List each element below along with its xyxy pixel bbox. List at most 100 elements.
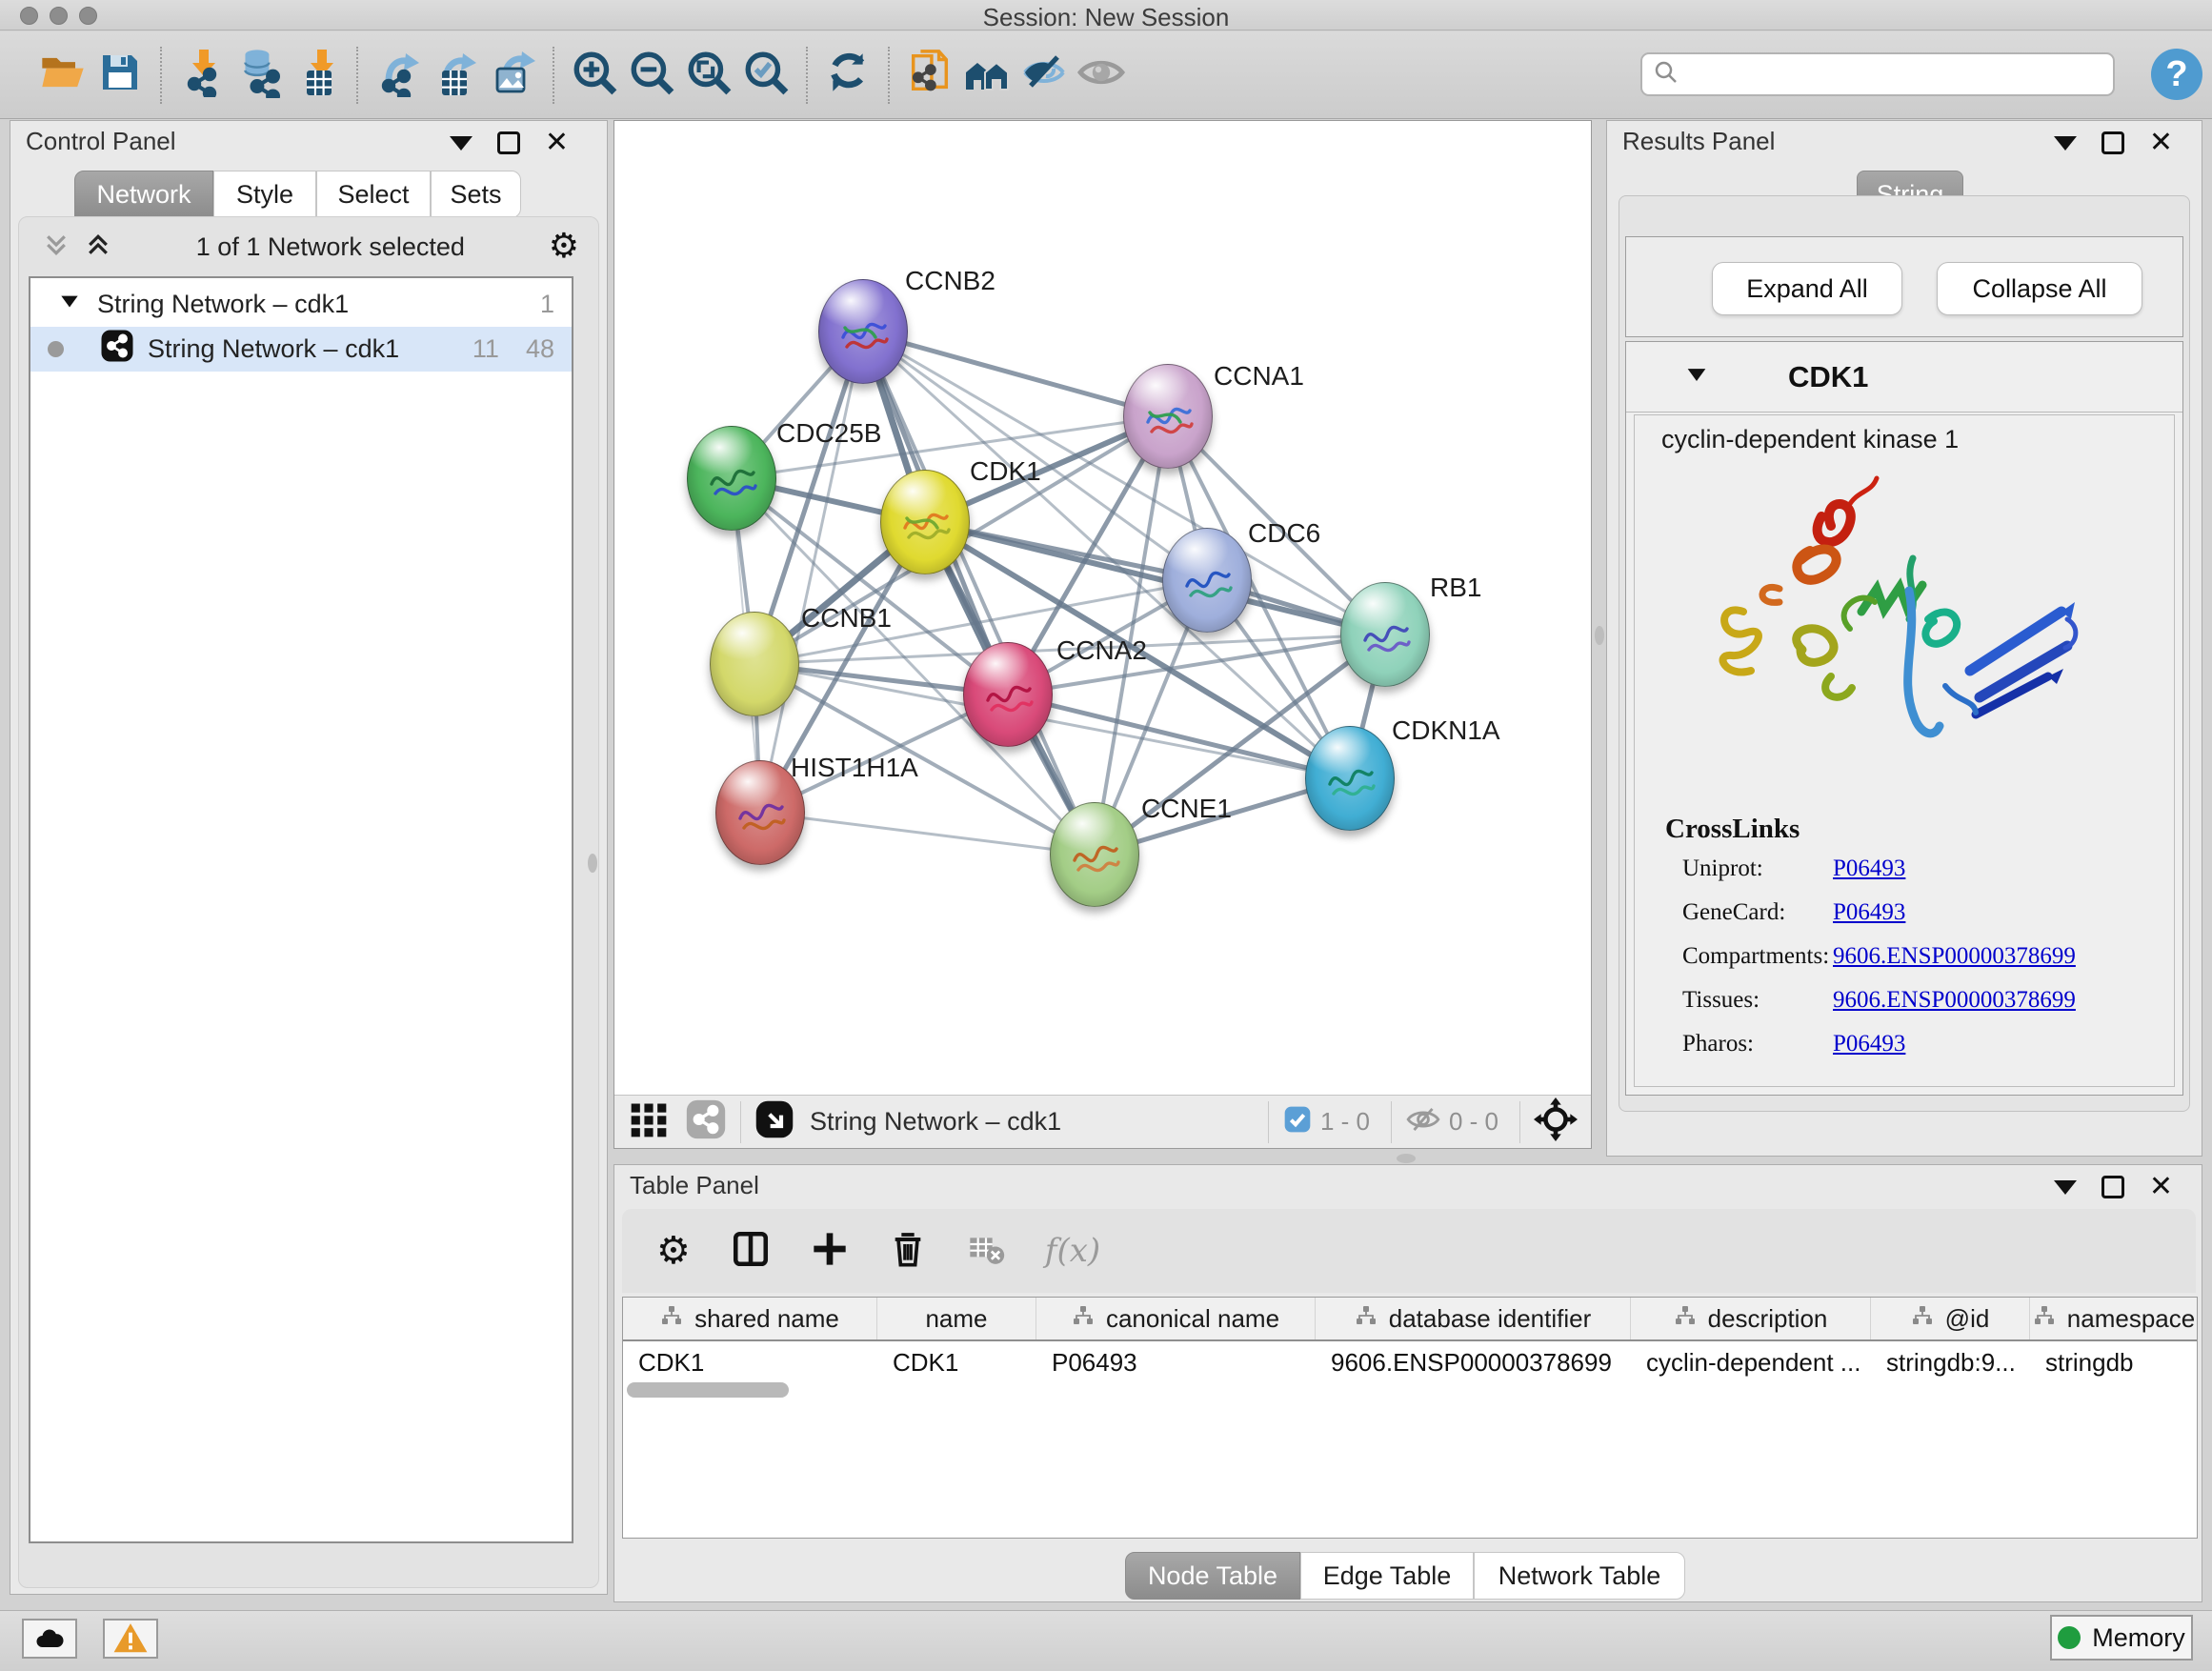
float-panel-icon[interactable] <box>497 131 520 154</box>
export-table-button[interactable] <box>427 46 484 105</box>
zoom-out-button[interactable] <box>623 46 680 105</box>
cdk1-section-header[interactable]: CDK1 <box>1626 342 2182 413</box>
open-session-button[interactable] <box>34 46 91 105</box>
panel-menu-icon[interactable] <box>2054 136 2077 151</box>
cloud-status-button[interactable] <box>22 1619 77 1659</box>
table-settings-gear-icon[interactable]: ⚙ <box>656 1232 691 1270</box>
export-image-button[interactable] <box>484 46 541 105</box>
section-collapse-icon[interactable] <box>1683 361 1710 393</box>
left-splitter-handle[interactable] <box>588 854 597 873</box>
shared-column-icon <box>1674 1304 1697 1334</box>
column-header-shared-name[interactable]: shared name <box>623 1298 877 1339</box>
save-session-button[interactable] <box>91 46 149 105</box>
control-panel-title: Control Panel <box>26 127 176 156</box>
import-network-database-button[interactable] <box>231 46 288 105</box>
first-neighbors-button[interactable] <box>958 46 1016 105</box>
memory-status-dot <box>2058 1626 2081 1649</box>
birds-eye-view-icon[interactable] <box>754 1099 794 1144</box>
collapse-all-networks-icon[interactable] <box>84 231 112 264</box>
memory-button[interactable]: Memory <box>2050 1615 2193 1661</box>
close-panel-icon[interactable]: ✕ <box>2149 129 2173 157</box>
import-table-file-button[interactable] <box>288 46 345 105</box>
node-label-CCNB1: CCNB1 <box>801 603 892 634</box>
table-row[interactable]: CDK1CDK1P064939606.ENSP00000378699cyclin… <box>623 1341 2197 1383</box>
panel-menu-icon[interactable] <box>2054 1180 2077 1195</box>
tab-edge-table[interactable]: Edge Table <box>1300 1552 1474 1600</box>
control-panel: Control Panel ✕ Network Style Select Set… <box>10 120 608 1595</box>
crosslink-genecard-link[interactable]: P06493 <box>1833 899 2159 926</box>
network-node-RB1[interactable] <box>1340 582 1430 687</box>
node-label-CDC25B: CDC25B <box>776 418 881 449</box>
toolbar-separator <box>806 47 808 104</box>
grid-view-icon[interactable] <box>628 1098 670 1145</box>
column-header-name[interactable]: name <box>877 1298 1036 1339</box>
network-view: CCNB2CCNA1CDC25BCDK1CDC6RB1CCNB1CCNA2CDK… <box>613 120 1592 1149</box>
close-panel-icon[interactable]: ✕ <box>545 129 569 157</box>
help-button[interactable]: ? <box>2151 49 2202 100</box>
import-network-file-button[interactable] <box>173 46 231 105</box>
warnings-button[interactable] <box>103 1619 158 1659</box>
show-all-button[interactable] <box>1073 46 1130 105</box>
selected-checkbox-icon[interactable] <box>1282 1104 1313 1139</box>
float-panel-icon[interactable] <box>2101 131 2124 154</box>
export-network-button[interactable] <box>370 46 427 105</box>
tab-node-table[interactable]: Node Table <box>1125 1552 1300 1600</box>
tab-network[interactable]: Network <box>74 171 213 218</box>
tab-select[interactable]: Select <box>316 171 431 218</box>
zoom-fit-icon <box>685 49 733 101</box>
zoom-selected-button[interactable] <box>737 46 794 105</box>
delete-column-icon[interactable] <box>889 1230 927 1273</box>
crosslink-uniprot-link[interactable]: P06493 <box>1833 856 2159 882</box>
network-node-CDC25B[interactable] <box>687 426 776 531</box>
crosslink-pharos-link[interactable]: P06493 <box>1833 1031 2159 1057</box>
tab-network-table[interactable]: Network Table <box>1474 1552 1685 1600</box>
close-panel-icon[interactable]: ✕ <box>2149 1173 2173 1201</box>
network-node-CDKN1A[interactable] <box>1305 726 1395 831</box>
column-header-namespace[interactable]: namespace <box>2030 1298 2198 1339</box>
share-view-icon[interactable] <box>685 1098 727 1145</box>
protein-ribbon-thumbnail <box>895 499 956 554</box>
node-position-crosshair-icon[interactable] <box>1534 1097 1578 1146</box>
network-node-CCNA1[interactable] <box>1123 364 1213 469</box>
collection-expand-icon[interactable] <box>57 289 82 320</box>
tab-style[interactable]: Style <box>213 171 316 218</box>
column-header-database-identifier[interactable]: database identifier <box>1316 1298 1631 1339</box>
table-horizontal-scrollbar[interactable] <box>627 1382 789 1398</box>
show-columns-icon[interactable] <box>731 1229 771 1274</box>
network-node-CCNB2[interactable] <box>818 279 908 384</box>
add-column-icon[interactable] <box>811 1230 849 1273</box>
column-header--id[interactable]: @id <box>1871 1298 2030 1339</box>
network-node-CDC6[interactable] <box>1162 528 1252 633</box>
expand-all-button[interactable]: Expand All <box>1712 262 1902 315</box>
column-header-description[interactable]: description <box>1631 1298 1871 1339</box>
toolbar-separator <box>553 47 554 104</box>
search-field[interactable] <box>1640 52 2115 96</box>
right-splitter-handle[interactable] <box>1595 626 1604 645</box>
network-node-CCNE1[interactable] <box>1050 802 1139 907</box>
hide-selected-button[interactable] <box>1016 46 1073 105</box>
network-options-gear-icon[interactable]: ⚙ <box>549 230 579 264</box>
column-header-canonical-name[interactable]: canonical name <box>1036 1298 1316 1339</box>
bottom-splitter-handle[interactable] <box>1397 1154 1416 1163</box>
expand-all-networks-icon[interactable] <box>42 231 70 264</box>
crosslink-compartments-link[interactable]: 9606.ENSP00000378699 <box>1833 943 2159 970</box>
node-label-CDK1: CDK1 <box>970 456 1041 487</box>
refresh-view-button[interactable] <box>819 46 876 105</box>
panel-menu-icon[interactable] <box>450 136 473 151</box>
network-node-CDK1[interactable] <box>880 470 970 574</box>
protein-structure-image <box>1688 467 2126 791</box>
zoom-fit-button[interactable] <box>680 46 737 105</box>
float-panel-icon[interactable] <box>2101 1176 2124 1198</box>
network-node-CCNB1[interactable] <box>710 612 799 716</box>
network-node-CCNA2[interactable] <box>963 642 1053 747</box>
string-import-button[interactable] <box>901 46 958 105</box>
tab-sets[interactable]: Sets <box>431 171 521 218</box>
network-collection-row[interactable]: String Network – cdk1 1 <box>30 282 572 327</box>
search-input[interactable] <box>1680 59 2113 91</box>
network-row[interactable]: String Network – cdk1 11 48 <box>30 327 572 372</box>
collapse-all-button[interactable]: Collapse All <box>1937 262 2142 315</box>
network-canvas[interactable]: CCNB2CCNA1CDC25BCDK1CDC6RB1CCNB1CCNA2CDK… <box>614 121 1591 1095</box>
zoom-in-button[interactable] <box>566 46 623 105</box>
import-table-file-icon <box>292 48 341 102</box>
crosslink-tissues-link[interactable]: 9606.ENSP00000378699 <box>1833 987 2159 1014</box>
